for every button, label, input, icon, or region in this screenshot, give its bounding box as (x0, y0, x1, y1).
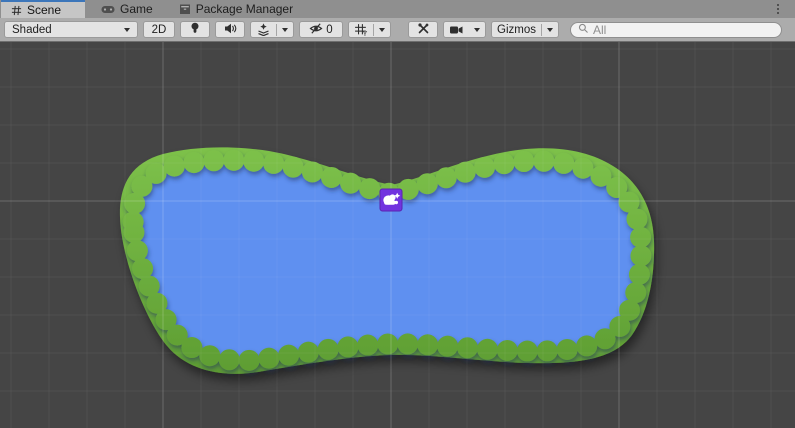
lightbulb-icon (190, 22, 200, 37)
panel-menu-kebab-icon[interactable] (769, 0, 787, 18)
unity-scene-view-panel: Scene Game Package Manager Shaded 2D (0, 0, 795, 428)
sprite-gizmo-icon[interactable] (380, 189, 402, 211)
tools-icon (417, 22, 430, 38)
scene-camera-dropdown[interactable] (443, 21, 486, 38)
gizmos-label: Gizmos (492, 22, 541, 37)
scene-grid-icon (11, 5, 22, 16)
hidden-objects-button[interactable]: 0 (299, 21, 343, 38)
tab-scene[interactable]: Scene (1, 0, 85, 18)
camera-icon (444, 22, 469, 37)
tab-package-manager-label: Package Manager (196, 2, 293, 16)
camera-chevron-down-icon[interactable] (469, 22, 485, 37)
scene-search-field[interactable] (570, 22, 782, 38)
tab-game[interactable]: Game (91, 0, 163, 18)
svg-text:Y: Y (363, 31, 368, 36)
scene-canvas[interactable] (0, 42, 795, 428)
chevron-down-icon (124, 28, 130, 32)
search-input[interactable] (593, 23, 774, 37)
scene-viewport[interactable] (0, 42, 795, 428)
scene-lighting-button[interactable] (180, 21, 210, 38)
speaker-icon (224, 23, 237, 37)
gizmos-chevron-down-icon[interactable] (542, 22, 558, 37)
scene-effects-dropdown[interactable] (250, 21, 294, 38)
toggle-2d-label: 2D (152, 24, 167, 36)
search-icon (578, 21, 589, 39)
grid-chevron-down-icon[interactable] (374, 22, 390, 37)
tab-package-manager[interactable]: Package Manager (169, 0, 303, 18)
lake-object[interactable] (120, 147, 654, 373)
gizmos-dropdown[interactable]: Gizmos (491, 21, 559, 38)
gamepad-icon (101, 5, 115, 14)
tab-bar: Scene Game Package Manager (0, 0, 795, 18)
tab-scene-label: Scene (27, 3, 61, 17)
effects-chevron-down-icon[interactable] (277, 22, 293, 37)
tabbar-spacer (303, 0, 769, 18)
grid-axis-icon: Y (349, 22, 373, 37)
component-tools-button[interactable] (408, 21, 438, 38)
tab-game-label: Game (120, 2, 153, 16)
draw-mode-dropdown[interactable]: Shaded (4, 21, 138, 38)
hidden-objects-count: 0 (326, 24, 332, 36)
grid-settings-dropdown[interactable]: Y (348, 21, 391, 38)
eye-slash-icon (309, 23, 323, 37)
effects-star-layers-icon (251, 22, 276, 37)
package-icon (179, 3, 191, 15)
toggle-2d-button[interactable]: 2D (143, 21, 175, 38)
draw-mode-label: Shaded (12, 24, 52, 36)
scene-audio-button[interactable] (215, 21, 245, 38)
scene-toolbar: Shaded 2D 0 (0, 18, 795, 42)
